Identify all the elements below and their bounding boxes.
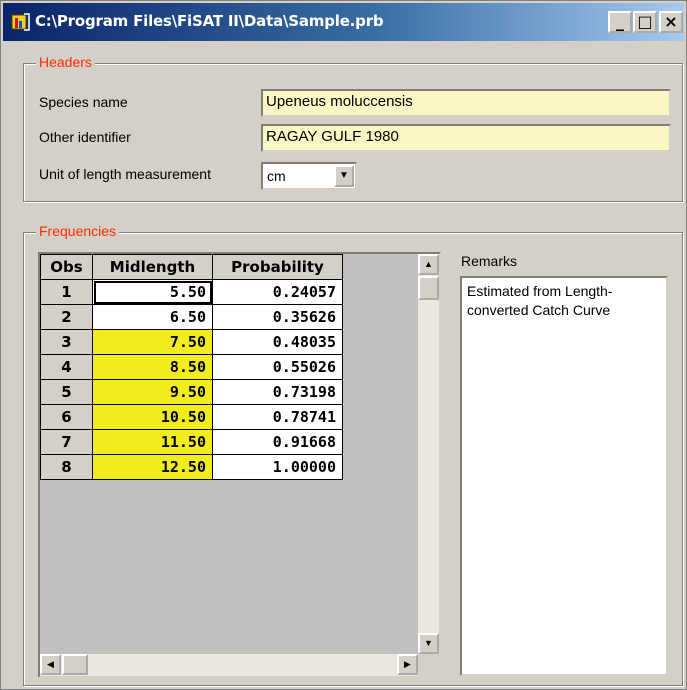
midlength-cell[interactable]: 9.50: [92, 379, 213, 405]
vertical-scroll-thumb[interactable]: [418, 276, 439, 300]
other-identifier-field[interactable]: RAGAY GULF 1980: [261, 124, 671, 152]
maximize-button[interactable]: □: [633, 11, 657, 33]
table-row[interactable]: 6 10.50 0.78741: [40, 404, 343, 430]
row-header-cell[interactable]: 8: [40, 454, 93, 480]
vertical-scrollbar[interactable]: ▲ ▼: [418, 254, 439, 654]
row-header-cell[interactable]: 3: [40, 329, 93, 355]
scroll-up-icon[interactable]: ▲: [418, 254, 439, 275]
main-window: C:\Program Files\FiSAT II\Data\Sample.pr…: [0, 0, 687, 690]
midlength-cell[interactable]: 11.50: [92, 429, 213, 455]
scroll-right-icon[interactable]: ▶: [397, 654, 418, 675]
table-row[interactable]: 8 12.50 1.00000: [40, 454, 343, 480]
row-header-cell[interactable]: 6: [40, 404, 93, 430]
frequencies-legend: Frequencies: [36, 223, 120, 239]
table-header-row: Obs Midlength Probability: [40, 254, 343, 280]
midlength-cell[interactable]: 8.50: [92, 354, 213, 380]
row-header-cell[interactable]: 4: [40, 354, 93, 380]
headers-legend: Headers: [36, 54, 95, 70]
row-header-cell[interactable]: 7: [40, 429, 93, 455]
unit-label: Unit of length measurement: [39, 166, 211, 182]
unit-select[interactable]: cm ▼: [261, 162, 357, 190]
column-header-probability[interactable]: Probability: [212, 254, 343, 280]
column-header-midlength[interactable]: Midlength: [92, 254, 213, 280]
probability-cell[interactable]: 0.48035: [212, 329, 343, 355]
scrollbar-corner: [418, 654, 439, 676]
minimize-button[interactable]: _: [608, 11, 632, 33]
probability-cell[interactable]: 0.55026: [212, 354, 343, 380]
midlength-cell[interactable]: 6.50: [92, 304, 213, 330]
unit-select-value: cm: [267, 168, 286, 184]
fisat-app-icon[interactable]: [11, 12, 31, 32]
row-header-cell[interactable]: 2: [40, 304, 93, 330]
frequency-grid[interactable]: Obs Midlength Probability 1 5.50 0.24057 2 6…: [38, 252, 441, 678]
midlength-cell[interactable]: 12.50: [92, 454, 213, 480]
remarks-label: Remarks: [461, 253, 518, 269]
horizontal-scroll-thumb[interactable]: [62, 654, 88, 675]
table-row[interactable]: 7 11.50 0.91668: [40, 429, 343, 455]
table-row[interactable]: 2 6.50 0.35626: [40, 304, 343, 330]
table-row[interactable]: 4 8.50 0.55026: [40, 354, 343, 380]
window-title: C:\Program Files\FiSAT II\Data\Sample.pr…: [35, 12, 384, 30]
other-identifier-label: Other identifier: [39, 129, 131, 145]
chevron-down-icon[interactable]: ▼: [334, 165, 354, 187]
table-row[interactable]: 1 5.50 0.24057: [40, 279, 343, 305]
title-bar[interactable]: C:\Program Files\FiSAT II\Data\Sample.pr…: [3, 3, 684, 41]
probability-cell[interactable]: 1.00000: [212, 454, 343, 480]
probability-cell[interactable]: 0.35626: [212, 304, 343, 330]
scroll-left-icon[interactable]: ◀: [40, 654, 61, 675]
row-header-cell[interactable]: 1: [40, 279, 93, 305]
table-row[interactable]: 3 7.50 0.48035: [40, 329, 343, 355]
midlength-cell[interactable]: 10.50: [92, 404, 213, 430]
table-row[interactable]: 5 9.50 0.73198: [40, 379, 343, 405]
probability-cell[interactable]: 0.91668: [212, 429, 343, 455]
frequency-table: Obs Midlength Probability 1 5.50 0.24057 2 6…: [40, 254, 343, 480]
row-header-cell[interactable]: 5: [40, 379, 93, 405]
horizontal-scrollbar[interactable]: ◀ ▶: [40, 654, 418, 676]
probability-cell[interactable]: 0.24057: [212, 279, 343, 305]
midlength-cell[interactable]: 5.50: [92, 279, 213, 305]
scroll-down-icon[interactable]: ▼: [418, 633, 439, 654]
probability-cell[interactable]: 0.73198: [212, 379, 343, 405]
close-button[interactable]: ×: [659, 11, 683, 33]
probability-cell[interactable]: 0.78741: [212, 404, 343, 430]
midlength-cell[interactable]: 7.50: [92, 329, 213, 355]
species-name-field[interactable]: Upeneus moluccensis: [261, 89, 671, 117]
remarks-textarea[interactable]: Estimated from Length-converted Catch Cu…: [460, 276, 668, 676]
species-name-label: Species name: [39, 94, 128, 110]
column-header-obs[interactable]: Obs: [40, 254, 93, 280]
